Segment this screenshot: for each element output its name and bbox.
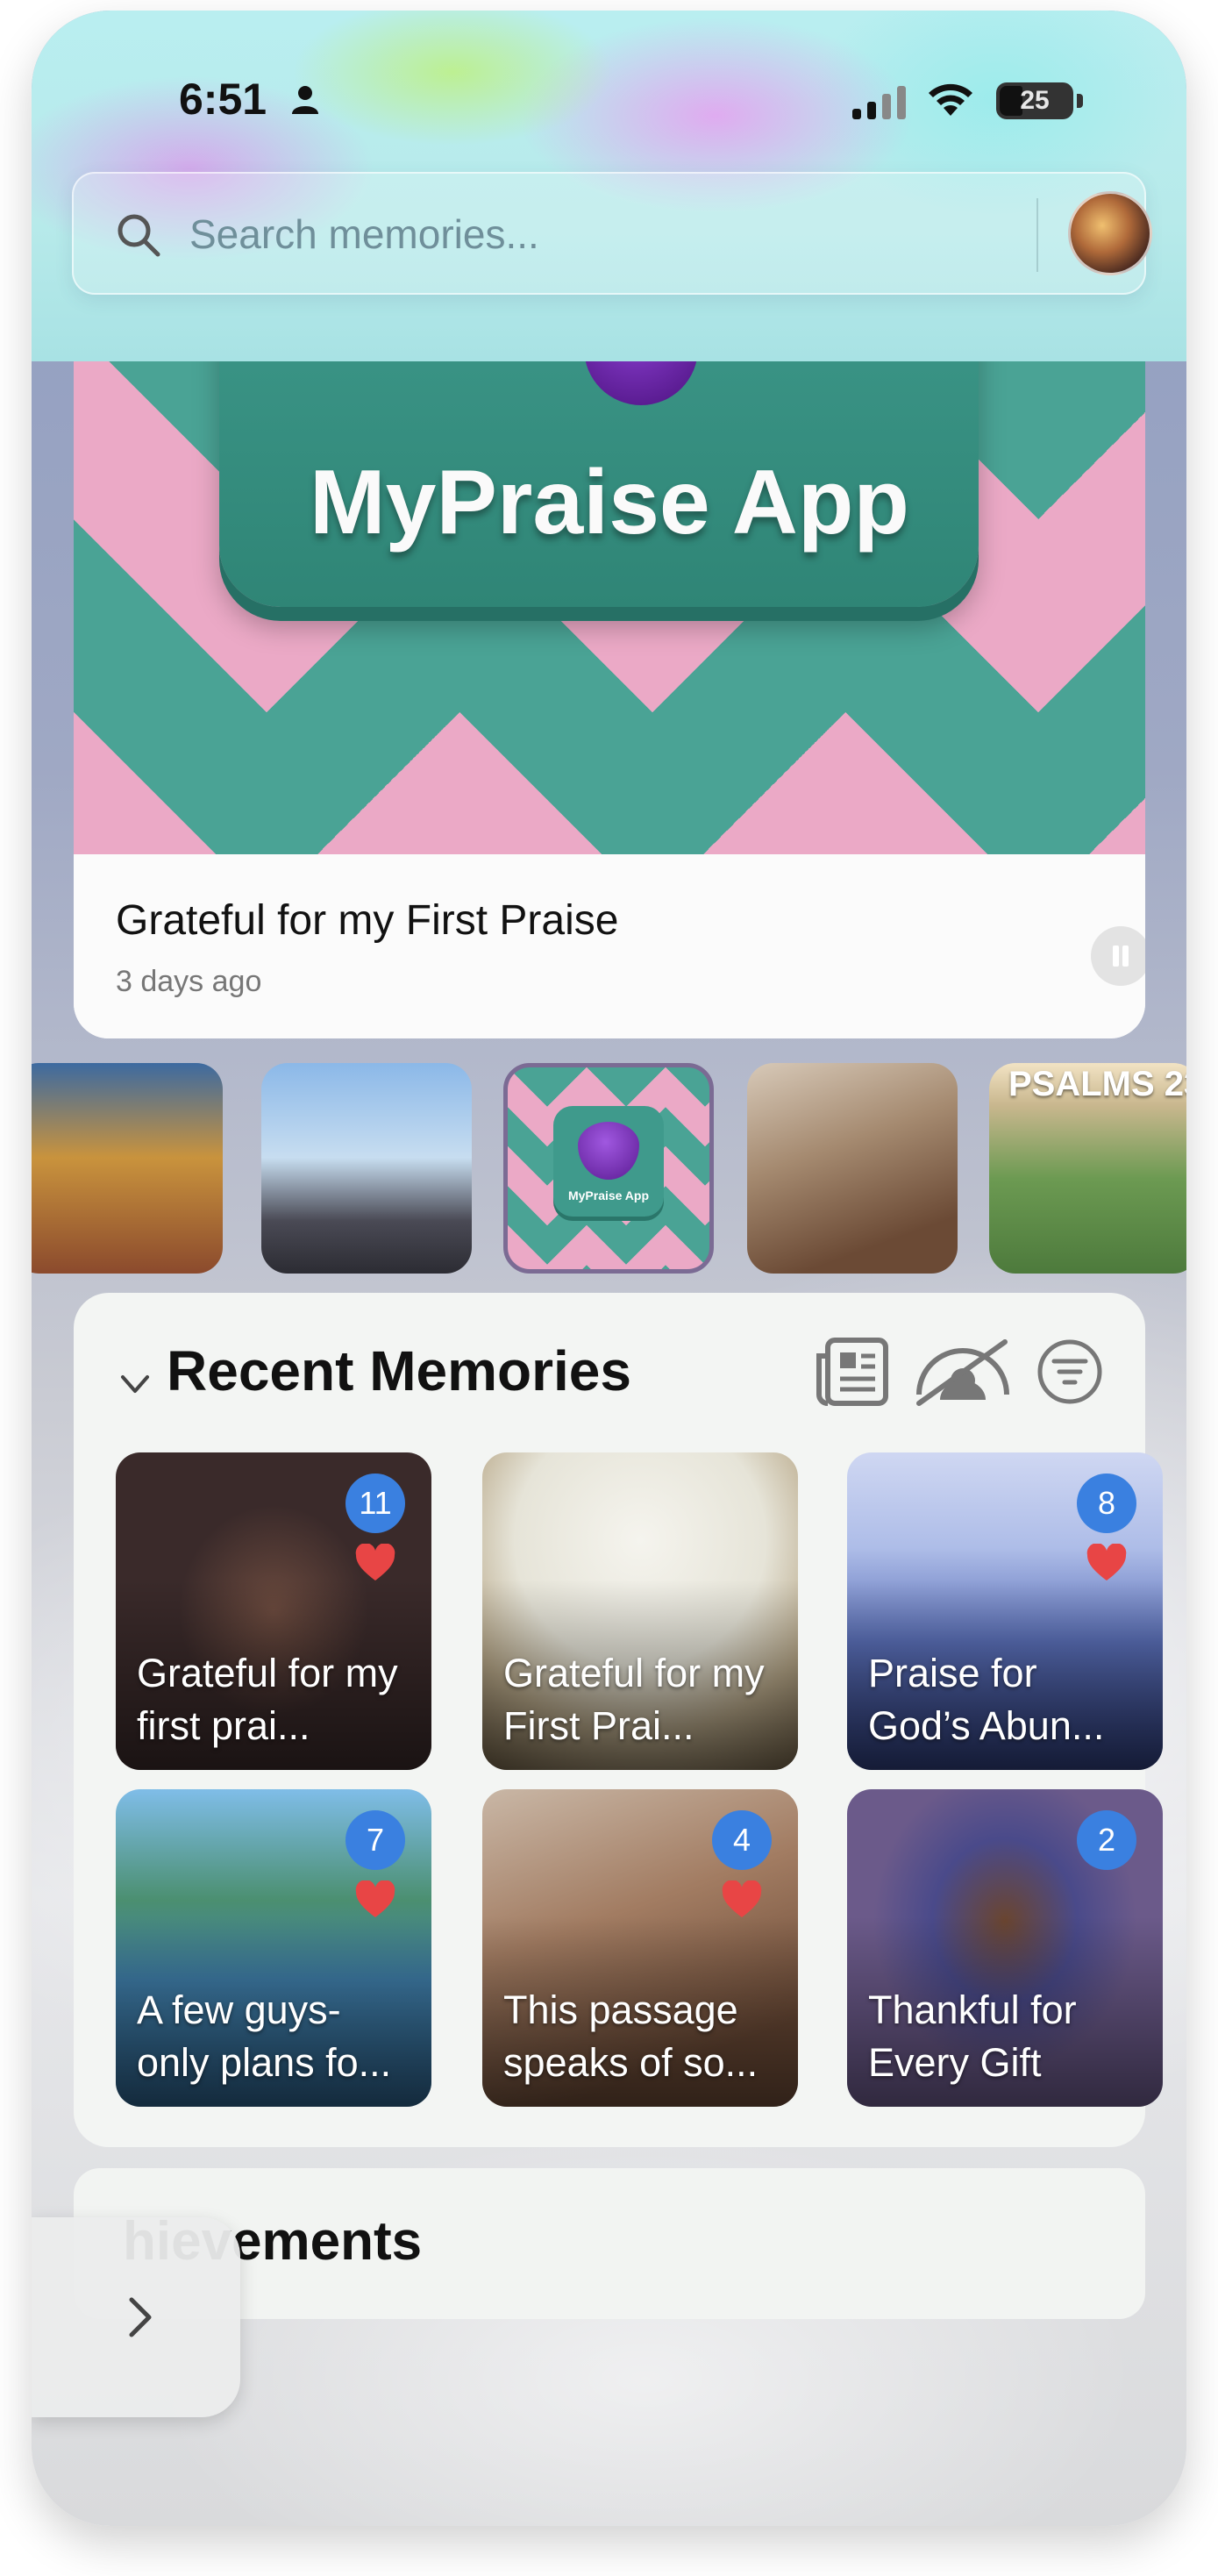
hero-time-ago: 3 days ago [116,965,262,998]
count-badge: 7 [345,1810,405,1870]
chevron-down-icon[interactable] [116,1365,154,1403]
top-bar: 6:51 25 [32,11,1186,361]
grape-icon [578,1122,639,1180]
thumbnail-woman-drinking[interactable] [747,1063,958,1274]
memory-title: This passage speaks of so... [503,1987,759,2085]
hero-art-title: MyPraise App [310,452,909,553]
thumbnail-crowd[interactable] [261,1063,472,1274]
hero-caption: Grateful for my First Praise 3 days ago [74,854,1145,1038]
thumbnail-flag[interactable] [32,1063,223,1274]
memory-title: Thankful for Every Gift [868,1987,1077,2085]
wifi-icon [929,83,972,116]
thumbnail-psalms[interactable]: PSALMS 23 [989,1063,1186,1274]
phone-screen: 6:51 25 Search memories... MyPraise App … [32,11,1186,2526]
count-badge: 8 [1077,1474,1136,1533]
memory-card[interactable]: Grateful for my First Prai... [482,1452,798,1770]
heart-icon [1086,1544,1127,1581]
hero-image: MyPraise App [74,326,1145,854]
side-drawer-tab[interactable] [32,2217,240,2417]
search-icon [118,214,160,257]
thumbnail-app[interactable]: MyPraise App [503,1063,714,1274]
hero-card[interactable]: MyPraise App Grateful for my First Prais… [74,326,1145,1038]
count-badge: 11 [345,1474,405,1533]
battery-cap [1077,94,1083,108]
recent-memories-card: Recent Memories 11 Grateful for my first… [74,1293,1163,2147]
memory-card[interactable]: 8 Praise for God’s Abun... [847,1452,1163,1770]
memory-card[interactable]: 11 Grateful for my first prai... [116,1452,431,1770]
pause-button[interactable] [1091,926,1145,986]
memory-card[interactable]: 4 This passage speaks of so... [482,1789,798,2107]
memory-title: A few guys- only plans fo... [137,1987,392,2085]
app-icon: MyPraise App [553,1106,664,1217]
psalms-label: PSALMS 23 [1008,1065,1186,1103]
app-icon-label: MyPraise App [567,1188,650,1202]
memory-card[interactable]: 2 Thankful for Every Gift [847,1789,1163,2107]
status-bar: 6:51 25 [32,11,1186,177]
person-icon [292,86,318,114]
search-divider [1036,198,1038,272]
eye-off-icon[interactable] [914,1337,1012,1407]
newspaper-icon[interactable] [814,1337,889,1407]
memory-title: Praise for God’s Abun... [868,1651,1105,1748]
battery-level: 25 [1020,86,1050,115]
avatar[interactable] [1068,191,1152,275]
heart-icon [722,1880,762,1917]
count-badge: 2 [1077,1810,1136,1870]
memory-title: Grateful for my first prai... [137,1651,398,1748]
hero-title: Grateful for my First Praise [116,897,619,944]
section-title: Recent Memories [167,1339,631,1402]
signal-icon [852,86,906,119]
heart-icon [355,1544,395,1581]
memory-card[interactable]: 7 A few guys- only plans fo... [116,1789,431,2107]
battery-icon: 25 [996,82,1073,119]
count-badge: 4 [712,1810,772,1870]
status-time: 6:51 [179,75,267,124]
memory-title: Grateful for my First Prai... [503,1651,765,1748]
thumbnail-strip[interactable]: MyPraise App PSALMS 23 [32,1063,1186,1274]
filter-icon[interactable] [1036,1338,1103,1405]
heart-icon [355,1880,395,1917]
chevron-right-icon [129,2297,152,2337]
search-bar[interactable] [72,172,1152,295]
search-input[interactable] [189,205,961,263]
